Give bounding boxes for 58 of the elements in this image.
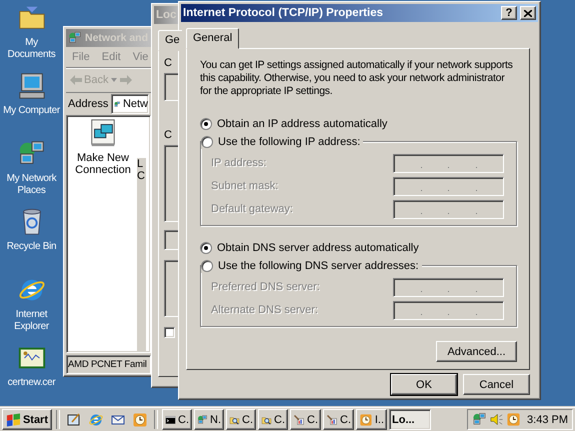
ok-button[interactable]: OK [391,374,457,395]
desktop-icon-label[interactable]: My Network Places [0,173,62,197]
ip-address-field[interactable] [393,278,504,296]
desktop-icon-label[interactable]: My Documents [0,37,62,61]
taskbar-button[interactable]: C. [226,409,256,430]
field-label: Alternate DNS server: [211,304,318,316]
network-folder-icon [68,31,82,45]
window-title-bar: Loc [154,6,180,24]
taskbar-button[interactable]: C. [323,409,354,430]
label-text: C [164,129,173,141]
clock-icon [506,412,521,427]
desktop-icon-label[interactable]: certnew.cer [8,377,56,389]
computer-icon [16,71,46,101]
back-arrow-icon [70,75,82,85]
cancel-button[interactable]: Cancel [463,374,530,395]
taskbar-button[interactable]: Lo... [389,409,431,430]
clock-icon [132,412,148,428]
folder-item-label[interactable]: L C [137,158,146,352]
help-button[interactable]: ? [501,6,517,20]
close-icon [524,10,532,16]
browser-icon [88,412,104,428]
field-label: Preferred DNS server: [211,281,320,293]
desktop-icon-label[interactable]: Recycle Bin [6,241,56,253]
close-button[interactable] [520,6,536,20]
taskbar-button[interactable]: I.. [356,409,387,430]
field-label: IP address: [211,157,266,169]
checkbox[interactable] [164,327,175,338]
start-button[interactable]: Start [2,409,52,430]
tab[interactable]: Ge [158,30,182,51]
field-label: Default gateway: [211,203,293,215]
network-computers-icon [472,412,487,427]
taskbar-button[interactable]: N. [194,409,224,430]
radio-button[interactable]: Use the following IP address: [201,134,364,149]
ip-address-field[interactable] [393,200,504,218]
status-bar: AMD PCNET Famil [66,355,151,374]
desktop-icon-label[interactable]: Internet Explorer [0,309,62,333]
desktop-icon-label[interactable]: My Computer [3,105,60,117]
tab[interactable]: General [186,28,240,49]
folder-item-label[interactable]: Make New Connection [73,152,133,176]
ip-address-field[interactable] [393,154,504,172]
label-text: C [164,57,173,69]
clock: 3:43 PM [527,414,568,426]
description-text: You can get IP settings assigned automatically if your network supports this capability. Otherwise, you need to ask your network administrator for the appropriate IP settings. [200,59,514,98]
clock-icon [359,412,373,428]
taskbar-button[interactable]: C. [258,409,288,430]
ip-address-field[interactable] [393,176,504,196]
ip-address-field[interactable] [393,300,504,320]
window-title-bar: Internet Protocol (TCP/IP) Properties ? [181,4,538,22]
show-desktop-icon [66,412,82,428]
address-field[interactable]: Netw [111,94,149,114]
field-label: Subnet mask: [211,180,278,192]
speaker-icon [489,412,504,427]
windows-logo-icon [6,412,21,426]
address-label: Address [68,98,108,110]
radio-button[interactable]: Use the following DNS server addresses: [201,258,422,273]
taskbar-button[interactable]: C. [290,409,321,430]
taskbar-button[interactable]: C. [162,409,192,430]
advanced-button[interactable]: Advanced... [436,341,517,362]
